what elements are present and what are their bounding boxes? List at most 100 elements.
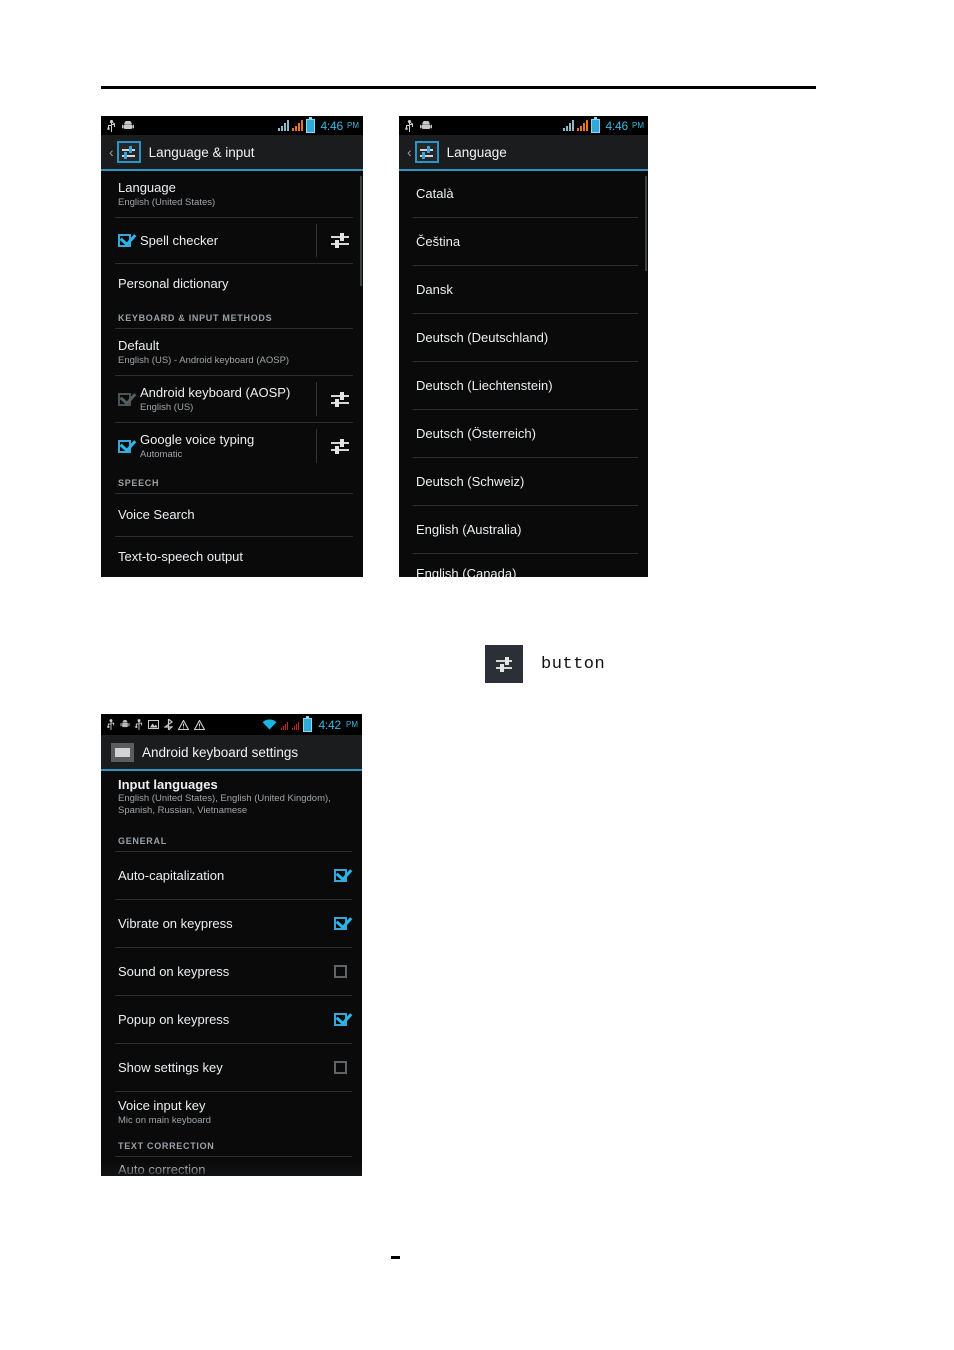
list-item-english-canada[interactable]: English (Canada) [399,554,648,577]
status-bar-time: 4:46 [605,118,628,133]
list-item-auto-capitalization[interactable]: Auto-capitalization [101,852,362,899]
action-bar: ‹ Language [399,135,648,171]
checkbox-sound-on-keypress[interactable] [333,965,347,978]
list-item-language[interactable]: Language English (United States) [101,171,363,217]
checkbox-google-voice-typing[interactable] [118,439,131,453]
list-item-voice-search[interactable]: Voice Search [101,494,363,536]
action-bar: ‹ Language & input [101,135,363,171]
scrollbar[interactable] [645,176,647,271]
sliders-settings-icon [329,231,351,250]
list-item-title: Google voice typing [140,431,255,447]
section-header-general: GENERAL [118,836,167,846]
legend-label: button [541,654,606,674]
spell-checker-settings-button[interactable] [317,218,363,263]
usb-icon [135,719,143,730]
status-bar-time: 4:42 [318,717,341,732]
list-item-title: Català [416,186,454,201]
list-item-google-voice-typing[interactable]: Google voice typing Automatic [101,423,363,469]
checkbox-popup-on-keypress[interactable] [333,1013,347,1026]
list-item-subtitle: English (US) - Android keyboard (AOSP) [118,354,290,366]
list-item-catala[interactable]: Català [399,171,648,217]
android-keyboard-settings-button[interactable] [317,376,363,422]
list-item-input-languages[interactable]: Input languages English (United States),… [101,771,362,827]
usb-icon [107,719,115,730]
list-item-title: Auto-capitalization [118,867,225,883]
language-options-list: Català Čeština Dansk Deutsch (Deutschlan… [399,171,648,577]
status-bar: 4:42 PM [101,714,362,735]
section-header-keyboard-and-input-methods: KEYBOARD & INPUT METHODS [118,313,273,323]
list-item-deutsch-deutschland[interactable]: Deutsch (Deutschland) [399,314,648,361]
list-item-default[interactable]: Default English (US) - Android keyboard … [101,329,363,375]
section-header-text-correction: TEXT CORRECTION [118,1141,215,1151]
list-item-vibrate-on-keypress[interactable]: Vibrate on keypress [101,900,362,947]
list-item-deutsch-liechtenstein[interactable]: Deutsch (Liechtenstein) [399,362,648,409]
list-item-auto-correction[interactable]: Auto correction [101,1157,362,1176]
checkbox-auto-capitalization[interactable] [333,869,347,882]
warning-triangle-icon [193,718,206,730]
status-bar-ampm: PM [347,121,359,130]
list-item-english-australia[interactable]: English (Australia) [399,506,648,553]
list-item-spell-checker[interactable]: Spell checker [101,218,363,263]
list-item-title: Auto correction [118,1162,206,1176]
list-item-title: Spell checker [140,232,219,248]
settings-sliders-app-icon [116,141,141,163]
checkbox-spell-checker[interactable] [118,234,131,247]
list-item-subtitle: Mic on main keyboard [118,1114,211,1126]
list-item-android-keyboard-aosp[interactable]: Android keyboard (AOSP) English (US) [101,376,363,422]
checkbox-android-keyboard-aosp[interactable] [118,392,131,406]
list-item-title: Deutsch (Liechtenstein) [416,377,553,393]
sliders-settings-icon [329,390,351,409]
android-robot-icon [120,719,130,730]
usb-icon [107,119,116,132]
list-item-title: Voice Search [118,507,195,522]
list-item-deutsch-schweiz[interactable]: Deutsch (Schweiz) [399,458,648,505]
screenshot-language-list: 4:46 PM ‹ Language Català Čeština Dansk … [399,116,648,577]
google-voice-typing-settings-button[interactable] [317,423,363,469]
list-item-title: Show settings key [118,1059,223,1075]
page-top-rule [101,86,816,89]
list-item-show-settings-key[interactable]: Show settings key [101,1044,362,1091]
sliders-settings-icon [329,437,351,456]
checkbox-vibrate-on-keypress[interactable] [333,917,347,930]
list-item-popup-on-keypress[interactable]: Popup on keypress [101,996,362,1043]
keyboard-app-icon [111,742,134,762]
battery-icon [591,116,601,133]
list-item-title: Deutsch (Schweiz) [416,473,525,489]
back-icon[interactable]: ‹ [407,145,412,159]
screenshot-language-and-input: 4:46 PM ‹ Language & input Language Engl… [101,116,363,577]
list-item-deutsch-osterreich[interactable]: Deutsch (Österreich) [399,410,648,457]
scrollbar[interactable] [360,176,362,286]
list-item-title: Vibrate on keypress [118,915,233,931]
battery-icon [306,116,316,133]
section-header-speech: SPEECH [118,478,160,488]
list-item-cestina[interactable]: Čeština [399,218,648,265]
battery-icon [303,715,313,732]
inline-button-legend: button [485,645,605,683]
list-item-title: Deutsch (Österreich) [416,425,536,441]
page-title: Android keyboard settings [142,744,299,760]
back-icon[interactable]: ‹ [109,145,114,159]
signal-bars-orange-icon [292,120,304,131]
list-item-title: Personal dictionary [118,276,229,291]
checkbox-show-settings-key[interactable] [333,1061,347,1074]
list-item-sound-on-keypress[interactable]: Sound on keypress [101,948,362,995]
page-footer-mark [391,1256,400,1259]
screenshot-android-keyboard-settings: 4:42 PM Android keyboard settings Input … [101,714,362,1176]
settings-sliders-app-icon [414,141,439,163]
status-bar: 4:46 PM [399,116,648,135]
list-item-title: Popup on keypress [118,1011,230,1027]
list-item-personal-dictionary[interactable]: Personal dictionary [101,264,363,304]
list-item-voice-input-key[interactable]: Voice input key Mic on main keyboard [101,1092,362,1132]
action-bar: Android keyboard settings [101,735,362,771]
list-item-title: Input languages [118,777,218,792]
status-bar-ampm: PM [632,121,644,130]
signal-bars-orange-icon [577,120,589,131]
signal-bars-red-icon [292,719,300,730]
list-item-subtitle: English (United States) [118,196,216,208]
list-item-dansk[interactable]: Dansk [399,266,648,313]
android-robot-icon [420,120,432,130]
list-item-subtitle: English (United States), English (United… [118,793,331,816]
status-bar: 4:46 PM [101,116,363,135]
list-item-title: Default [118,337,160,353]
list-item-text-to-speech-output[interactable]: Text-to-speech output [101,537,363,577]
